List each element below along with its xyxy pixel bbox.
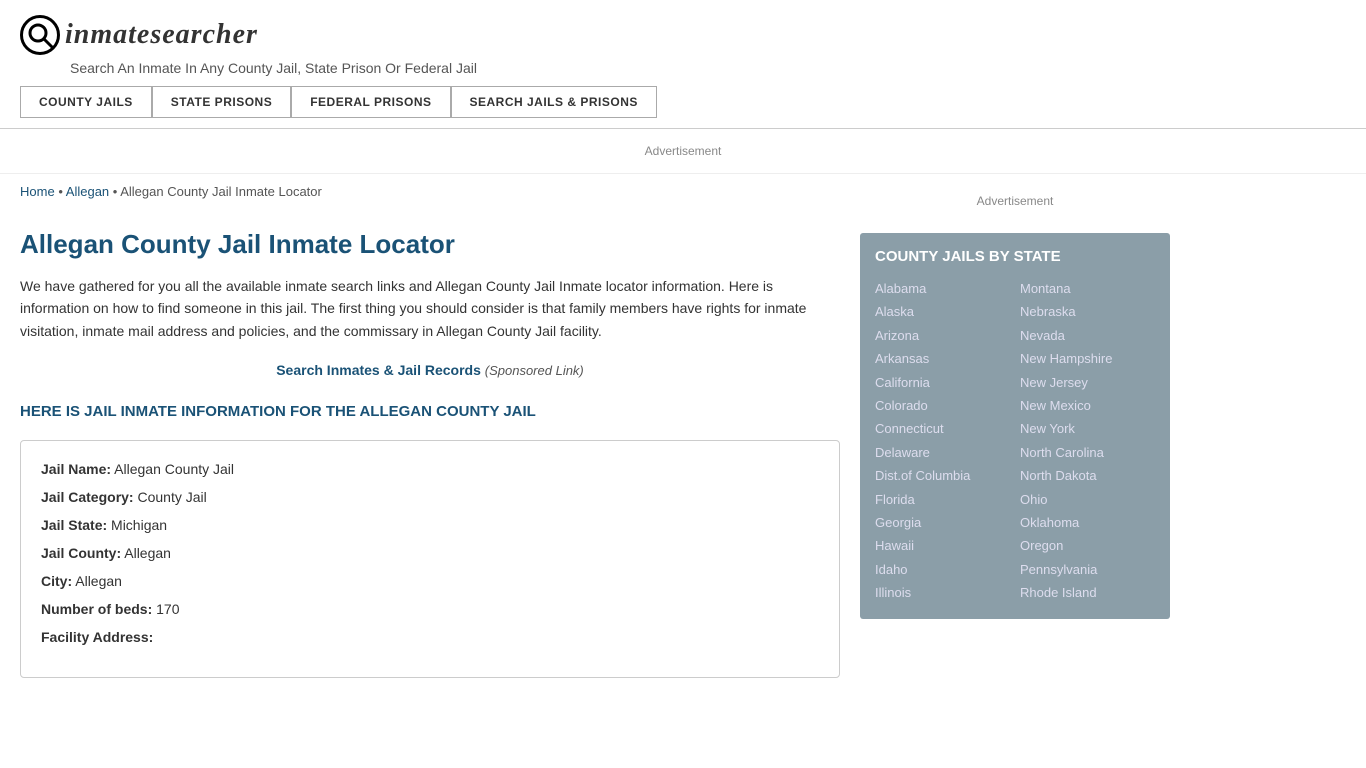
state-link[interactable]: Illinois bbox=[875, 585, 911, 600]
state-link[interactable]: North Dakota bbox=[1020, 468, 1097, 483]
state-link[interactable]: California bbox=[875, 375, 930, 390]
state-link[interactable]: Delaware bbox=[875, 445, 930, 460]
state-link[interactable]: New Hampshire bbox=[1020, 351, 1112, 366]
site-tagline: Search An Inmate In Any County Jail, Sta… bbox=[70, 60, 1346, 76]
ad-banner-top: Advertisement bbox=[0, 129, 1366, 174]
county-jails-title: COUNTY JAILS BY STATE bbox=[875, 248, 1155, 265]
jail-address-label: Facility Address: bbox=[41, 629, 153, 645]
jail-name-row: Jail Name: Allegan County Jail bbox=[41, 461, 819, 477]
state-link[interactable]: Oregon bbox=[1020, 538, 1063, 553]
description-text: We have gathered for you all the availab… bbox=[20, 275, 840, 342]
nav-county-jails[interactable]: COUNTY JAILS bbox=[20, 86, 152, 118]
jail-info-heading: HERE IS JAIL INMATE INFORMATION FOR THE … bbox=[20, 403, 840, 420]
state-link[interactable]: Pennsylvania bbox=[1020, 562, 1097, 577]
logo-text-post: searcher bbox=[150, 19, 258, 50]
jail-info-box: Jail Name: Allegan County Jail Jail Cate… bbox=[20, 440, 840, 678]
breadcrumb: Home • Allegan • Allegan County Jail Inm… bbox=[20, 184, 840, 199]
state-link[interactable]: Alaska bbox=[875, 304, 914, 319]
breadcrumb-allegan[interactable]: Allegan bbox=[66, 184, 109, 199]
states-col2: Montana Nebraska Nevada New Hampshire Ne… bbox=[1020, 277, 1155, 604]
breadcrumb-current: Allegan County Jail Inmate Locator bbox=[120, 184, 322, 199]
logo-text: inmatesearcher bbox=[65, 19, 258, 51]
page-title: Allegan County Jail Inmate Locator bbox=[20, 219, 840, 260]
logo-icon bbox=[20, 15, 60, 55]
state-link[interactable]: Arizona bbox=[875, 328, 919, 343]
jail-county-row: Jail County: Allegan bbox=[41, 545, 819, 561]
jail-state-value: Michigan bbox=[111, 517, 167, 533]
state-link[interactable]: Ohio bbox=[1020, 492, 1047, 507]
state-link[interactable]: Hawaii bbox=[875, 538, 914, 553]
jail-county-label: Jail County: bbox=[41, 545, 121, 561]
jail-beds-row: Number of beds: 170 bbox=[41, 601, 819, 617]
main-content: Home • Allegan • Allegan County Jail Inm… bbox=[20, 184, 840, 678]
state-link[interactable]: Rhode Island bbox=[1020, 585, 1097, 600]
jail-state-row: Jail State: Michigan bbox=[41, 517, 819, 533]
state-link[interactable]: Alabama bbox=[875, 281, 926, 296]
jail-name-label: Jail Name: bbox=[41, 461, 111, 477]
state-link[interactable]: Idaho bbox=[875, 562, 908, 577]
nav-search-jails[interactable]: SEARCH JAILS & PRISONS bbox=[451, 86, 657, 118]
jail-category-value: County Jail bbox=[137, 489, 206, 505]
breadcrumb-home[interactable]: Home bbox=[20, 184, 55, 199]
jail-city-label: City: bbox=[41, 573, 72, 589]
state-link[interactable]: Florida bbox=[875, 492, 915, 507]
jail-category-row: Jail Category: County Jail bbox=[41, 489, 819, 505]
search-link-section: Search Inmates & Jail Records (Sponsored… bbox=[20, 362, 840, 378]
jail-beds-label: Number of beds: bbox=[41, 601, 152, 617]
jail-county-value: Allegan bbox=[124, 545, 171, 561]
jail-city-row: City: Allegan bbox=[41, 573, 819, 589]
state-link[interactable]: Colorado bbox=[875, 398, 928, 413]
state-link[interactable]: New Mexico bbox=[1020, 398, 1091, 413]
county-jails-box: COUNTY JAILS BY STATE Alabama Alaska Ari… bbox=[860, 233, 1170, 619]
states-grid: Alabama Alaska Arizona Arkansas Californ… bbox=[875, 277, 1155, 604]
logo-area: inmatesearcher bbox=[20, 15, 1346, 55]
main-nav: COUNTY JAILS STATE PRISONS FEDERAL PRISO… bbox=[20, 86, 1346, 118]
sponsored-label: (Sponsored Link) bbox=[485, 363, 584, 378]
jail-address-row: Facility Address: bbox=[41, 629, 819, 645]
state-link[interactable]: New Jersey bbox=[1020, 375, 1088, 390]
state-link[interactable]: Connecticut bbox=[875, 421, 944, 436]
state-link[interactable]: Dist.of Columbia bbox=[875, 468, 970, 483]
states-col1: Alabama Alaska Arizona Arkansas Californ… bbox=[875, 277, 1010, 604]
state-link[interactable]: Nebraska bbox=[1020, 304, 1076, 319]
main-layout: Home • Allegan • Allegan County Jail Inm… bbox=[0, 174, 1366, 688]
state-link[interactable]: Oklahoma bbox=[1020, 515, 1079, 530]
nav-federal-prisons[interactable]: FEDERAL PRISONS bbox=[291, 86, 450, 118]
sidebar: Advertisement COUNTY JAILS BY STATE Alab… bbox=[860, 184, 1170, 678]
state-link[interactable]: Nevada bbox=[1020, 328, 1065, 343]
state-link[interactable]: North Carolina bbox=[1020, 445, 1104, 460]
search-inmates-link[interactable]: Search Inmates & Jail Records bbox=[276, 362, 481, 378]
jail-category-label: Jail Category: bbox=[41, 489, 134, 505]
jail-name-value: Allegan County Jail bbox=[114, 461, 234, 477]
site-header: inmatesearcher Search An Inmate In Any C… bbox=[0, 0, 1366, 129]
nav-state-prisons[interactable]: STATE PRISONS bbox=[152, 86, 291, 118]
state-link[interactable]: Arkansas bbox=[875, 351, 929, 366]
jail-city-value: Allegan bbox=[75, 573, 122, 589]
breadcrumb-separator: • bbox=[58, 184, 63, 199]
ad-sidebar: Advertisement bbox=[860, 184, 1170, 218]
state-link[interactable]: Montana bbox=[1020, 281, 1071, 296]
state-link[interactable]: New York bbox=[1020, 421, 1075, 436]
state-link[interactable]: Georgia bbox=[875, 515, 921, 530]
logo-text-pre: inmate bbox=[65, 19, 150, 50]
jail-state-label: Jail State: bbox=[41, 517, 107, 533]
jail-beds-value: 170 bbox=[156, 601, 179, 617]
